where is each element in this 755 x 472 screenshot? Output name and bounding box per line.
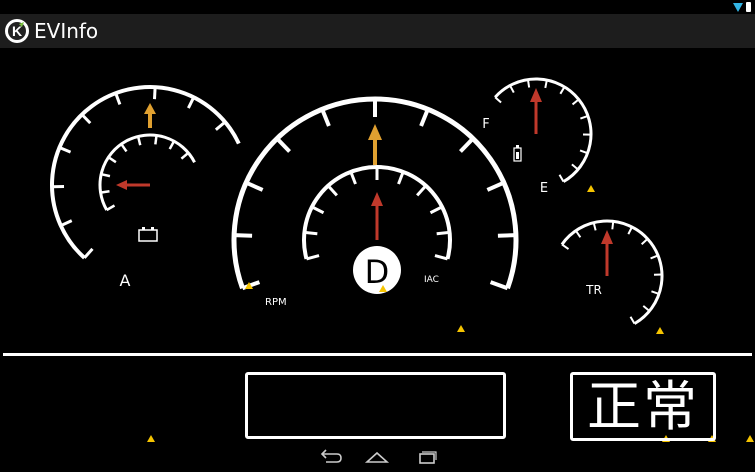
- back-icon[interactable]: [306, 443, 354, 472]
- gauge-tick: [114, 92, 122, 105]
- warning-icon: [379, 285, 387, 292]
- gauge-tick: [486, 180, 505, 192]
- gauge-tick: [571, 163, 579, 171]
- gauge-tick: [558, 174, 565, 183]
- gauge-tick: [107, 156, 117, 164]
- gauge-tick: [214, 120, 227, 131]
- status-icons: [733, 1, 751, 13]
- recents-icon[interactable]: [402, 443, 450, 472]
- gauge-tick: [436, 230, 450, 236]
- gauge-tick: [592, 222, 597, 231]
- gauge-tick: [571, 98, 580, 106]
- gauge-tick: [416, 184, 427, 197]
- warning-icon: [746, 435, 754, 442]
- gauge-tick: [349, 171, 357, 185]
- rpm-label: RPM: [265, 297, 287, 308]
- speed-gauge: D RPM IAC: [231, 96, 519, 308]
- fuel-gauge: F E: [482, 77, 593, 196]
- divider: [3, 353, 752, 356]
- wifi-icon: [733, 2, 743, 12]
- gauge-tick: [580, 114, 589, 120]
- gauge-tick: [245, 180, 264, 192]
- gauge-tick: [306, 254, 320, 261]
- gauge-tick: [100, 190, 110, 194]
- gauge-tick: [136, 136, 142, 146]
- app-logo-icon[interactable]: K: [4, 18, 30, 44]
- gauge-tick: [526, 79, 531, 88]
- gauge-tick: [58, 146, 72, 154]
- gauge-tick: [83, 247, 94, 259]
- temperature-needle-head: [601, 230, 613, 244]
- gauge-tick: [275, 137, 291, 153]
- gauge-tick: [579, 149, 588, 155]
- gauge-tick: [106, 204, 116, 212]
- gauge-tick: [627, 226, 633, 235]
- fuel-needle-head: [530, 88, 542, 102]
- gauge-tick: [168, 140, 176, 150]
- gauge-tick: [154, 135, 158, 145]
- gauge-tick: [320, 108, 331, 127]
- fuel-full-label: F: [482, 117, 489, 132]
- gauge-tick: [234, 233, 253, 238]
- navigation-bar: [0, 443, 755, 472]
- gauge-tick: [650, 254, 659, 260]
- gauge-tick: [509, 85, 515, 94]
- message-box: [245, 372, 506, 439]
- current-label: IAC: [424, 275, 439, 285]
- gauge-tick: [575, 230, 582, 238]
- gauge-tick: [494, 96, 502, 104]
- gauge-tick: [153, 87, 157, 100]
- gauge-tick: [397, 171, 405, 185]
- status-box: 正常: [570, 372, 716, 441]
- voltage-inner-ticks: [100, 135, 190, 212]
- gauge-tick: [629, 316, 636, 325]
- warning-icon: [656, 327, 664, 334]
- voltage-outer-needle-head: [144, 103, 156, 114]
- action-bar: [0, 14, 755, 48]
- home-icon[interactable]: [353, 443, 401, 472]
- temperature-label: TR: [585, 283, 602, 297]
- gauge-tick: [60, 219, 73, 228]
- warning-icon: [587, 185, 595, 192]
- fuel-battery-icon: [513, 145, 522, 162]
- gauge-tick: [120, 143, 128, 153]
- gauge-tick: [561, 243, 570, 250]
- temperature-gauge: TR: [560, 219, 664, 325]
- system-status-bar: [0, 0, 755, 14]
- status-text: 正常: [587, 374, 699, 438]
- gauge-tick: [651, 290, 660, 295]
- voltage-inner-arc: [98, 133, 196, 211]
- gauge-tick: [80, 113, 92, 125]
- speed-inner-needle-head: [371, 192, 383, 206]
- gauge-tick: [187, 96, 196, 109]
- gauge-tick: [100, 172, 111, 178]
- battery-icon: [746, 2, 751, 12]
- voltage-gauge: A: [50, 85, 241, 290]
- fuel-arc: [494, 77, 593, 183]
- voltage-end-label: A: [120, 271, 131, 290]
- gauge-tick: [180, 151, 190, 160]
- app-title: EVInfo: [34, 19, 99, 43]
- fuel-empty-label: E: [540, 181, 548, 196]
- gauge-tick: [497, 233, 516, 238]
- gauge-tick: [642, 305, 651, 312]
- gauge-tick: [429, 205, 443, 215]
- warning-icon: [457, 325, 465, 332]
- gauge-tick: [434, 254, 448, 261]
- gauge-tick: [419, 108, 430, 127]
- battery-gauge-icon: [138, 227, 158, 242]
- gauge-tick: [559, 86, 566, 95]
- voltage-inner-needle-head: [116, 180, 127, 190]
- speed-outer-needle-head: [368, 124, 382, 140]
- gauge-tick: [311, 205, 325, 215]
- gauge-tick: [327, 184, 338, 197]
- warning-icon: [147, 435, 155, 442]
- gauge-tick: [459, 137, 475, 153]
- gauge-tick: [489, 280, 509, 291]
- gauge-tick: [611, 221, 615, 230]
- gauge-tick: [304, 230, 318, 236]
- warning-icon: [245, 282, 253, 289]
- gauge-tick: [640, 238, 649, 245]
